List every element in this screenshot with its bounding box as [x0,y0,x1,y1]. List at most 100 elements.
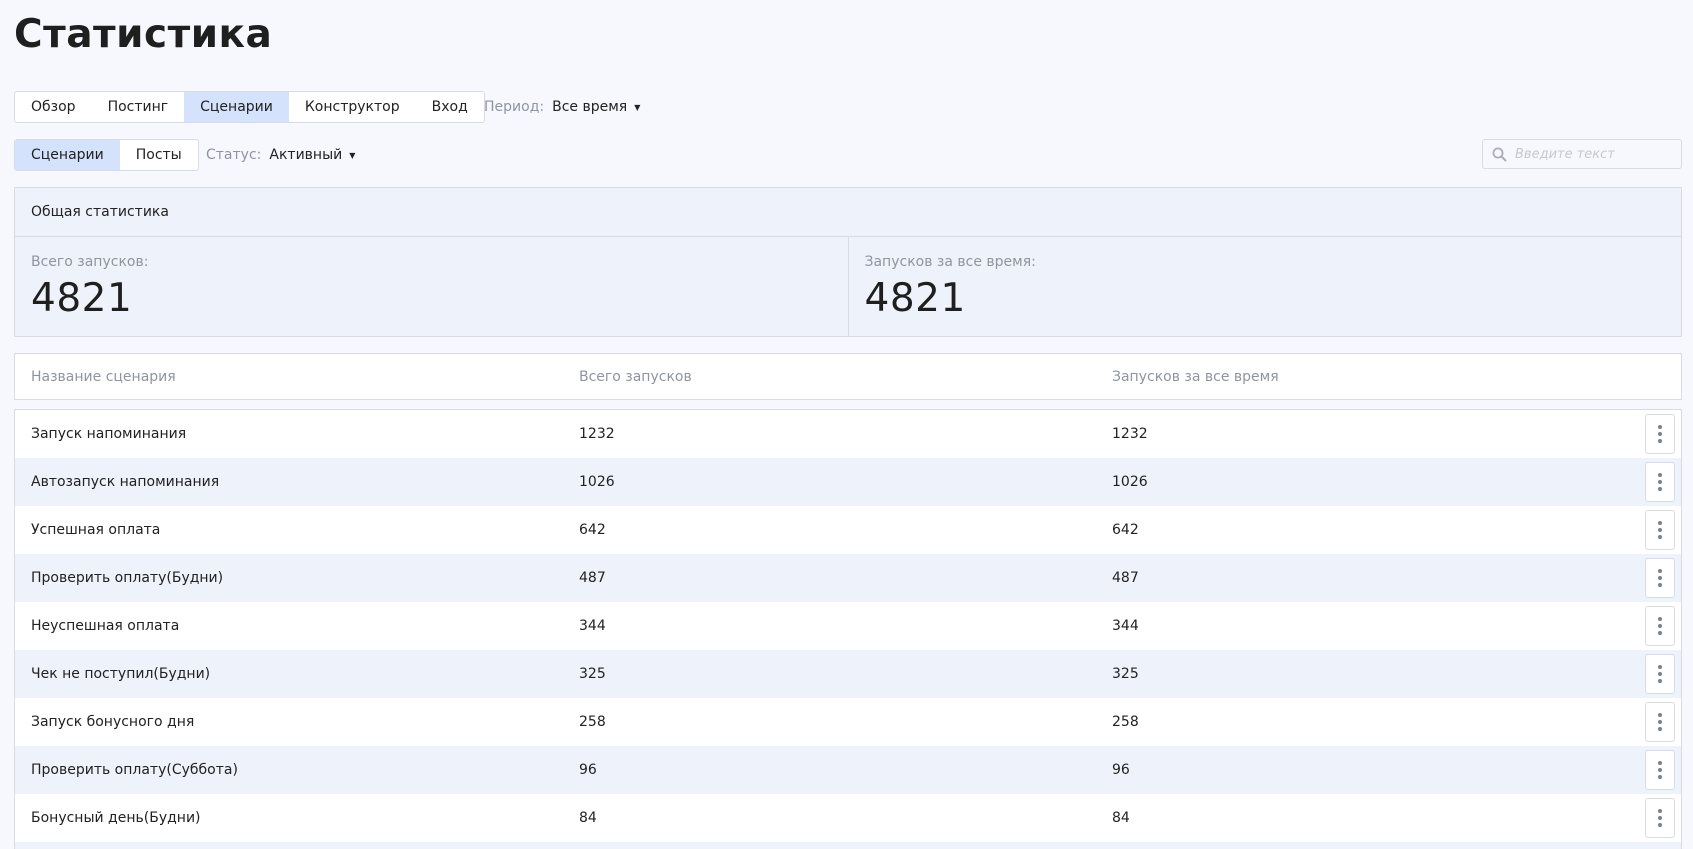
cell-scenario-name: Проверить оплату(Суббота) [31,762,238,778]
cell-total: 642 [579,522,606,538]
caret-down-icon: ▼ [349,150,356,160]
cell-alltime: 344 [1112,618,1139,634]
table-row[interactable]: Чек не поступил(Будни) 325 325 [15,650,1681,698]
stat-total: Всего запусков: 4821 [15,237,848,336]
more-vertical-icon [1658,583,1662,587]
period-value[interactable]: Все время [552,99,627,115]
tab-overview[interactable]: Обзор [15,92,92,122]
cell-scenario-name: Проверить оплату(Будни) [31,570,224,586]
table-row[interactable]: Запуск напоминания 1232 1232 [15,410,1681,458]
stat-alltime-label: Запусков за все время: [864,254,1036,270]
row-menu-button[interactable] [1645,510,1675,550]
cell-total: 96 [579,762,597,778]
status-value[interactable]: Активный [269,147,342,163]
tab-constructor[interactable]: Конструктор [289,92,416,122]
cell-alltime: 84 [1112,810,1130,826]
cell-alltime: 258 [1112,714,1139,730]
cell-total: 344 [579,618,606,634]
more-vertical-icon [1658,487,1662,491]
cell-total: 258 [579,714,606,730]
status-filter[interactable]: Статус: Активный ▼ [206,139,355,171]
subtab-scenarios[interactable]: Сценарии [15,140,120,170]
cell-scenario-name: Неуспешная оплата [31,618,180,634]
search-input[interactable] [1515,146,1680,162]
status-label: Статус: [206,147,262,163]
more-vertical-icon [1658,720,1662,724]
row-menu-button[interactable] [1645,558,1675,598]
cell-alltime: 487 [1112,570,1139,586]
cell-alltime: 325 [1112,666,1139,682]
cell-scenario-name: Бонусный день(Будни) [31,810,201,826]
row-menu-button[interactable] [1645,414,1675,454]
more-vertical-icon [1658,425,1662,429]
table-row[interactable]: Проверить оплату(Суббота) 96 96 [15,746,1681,794]
cell-total: 325 [579,666,606,682]
tab-entry[interactable]: Вход [416,92,484,122]
search-box[interactable] [1482,139,1682,169]
cell-total: 487 [579,570,606,586]
general-stats-title: Общая статистика [15,188,1681,237]
general-stats-card: Общая статистика Всего запусков: 4821 За… [14,187,1682,337]
table-row[interactable]: Проверить оплату(Будни) 487 487 [15,554,1681,602]
cell-alltime: 1026 [1112,474,1148,490]
cell-scenario-name: Автозапуск напоминания [31,474,220,490]
more-vertical-icon [1658,521,1662,525]
more-vertical-icon [1658,816,1662,820]
more-vertical-icon [1658,432,1662,436]
subtab-posts[interactable]: Посты [120,140,198,170]
more-vertical-icon [1658,713,1662,717]
more-vertical-icon [1658,775,1662,779]
more-vertical-icon [1658,617,1662,621]
more-vertical-icon [1658,768,1662,772]
cell-alltime: 642 [1112,522,1139,538]
more-vertical-icon [1658,528,1662,532]
row-menu-button[interactable] [1645,462,1675,502]
row-menu-button[interactable] [1645,606,1675,646]
row-menu-button[interactable] [1645,702,1675,742]
period-filter[interactable]: Период: Все время ▼ [484,91,640,123]
more-vertical-icon [1658,761,1662,765]
more-vertical-icon [1658,535,1662,539]
scenarios-table-body: Запуск напоминания 1232 1232 Автозапуск … [14,409,1682,849]
more-vertical-icon [1658,679,1662,683]
cell-alltime: 96 [1112,762,1130,778]
page-title: Статистика [14,12,273,57]
more-vertical-icon [1658,727,1662,731]
table-row[interactable]: Запуск бонусного дня 258 258 [15,698,1681,746]
more-vertical-icon [1658,480,1662,484]
more-vertical-icon [1658,439,1662,443]
caret-down-icon: ▼ [634,102,641,112]
column-header-total[interactable]: Всего запусков [579,369,692,385]
row-menu-button[interactable] [1645,798,1675,838]
more-vertical-icon [1658,672,1662,676]
column-header-alltime[interactable]: Запусков за все время [1112,369,1279,385]
tab-posting[interactable]: Постинг [92,92,185,122]
main-tabs: Обзор Постинг Сценарии Конструктор Вход [14,91,485,123]
table-row[interactable]: Автозапуск напоминания 1026 1026 [15,458,1681,506]
cell-scenario-name: Чек не поступил(Будни) [31,666,211,682]
more-vertical-icon [1658,665,1662,669]
stat-alltime-value: 4821 [864,276,966,321]
more-vertical-icon [1658,631,1662,635]
cell-scenario-name: Запуск напоминания [31,426,187,442]
stat-total-value: 4821 [31,276,133,321]
stat-total-label: Всего запусков: [31,254,149,270]
table-header: Название сценария Всего запусков Запуско… [14,353,1682,400]
cell-scenario-name: Запуск бонусного дня [31,714,195,730]
row-menu-button[interactable] [1645,654,1675,694]
cell-scenario-name: Успешная оплата [31,522,161,538]
cell-total: 1232 [579,426,615,442]
more-vertical-icon [1658,809,1662,813]
table-row[interactable]: Неуспешная оплата 344 344 [15,602,1681,650]
more-vertical-icon [1658,473,1662,477]
sub-tabs: Сценарии Посты [14,139,199,171]
tab-scenarios[interactable]: Сценарии [184,92,289,122]
table-row[interactable]: Успешная оплата 642 642 [15,506,1681,554]
more-vertical-icon [1658,624,1662,628]
stat-alltime: Запусков за все время: 4821 [847,237,1682,336]
row-menu-button[interactable] [1645,750,1675,790]
column-header-name[interactable]: Название сценария [31,369,176,385]
more-vertical-icon [1658,576,1662,580]
table-row[interactable]: Бонусный день(Будни) 84 84 [15,794,1681,842]
period-label: Период: [484,99,545,115]
